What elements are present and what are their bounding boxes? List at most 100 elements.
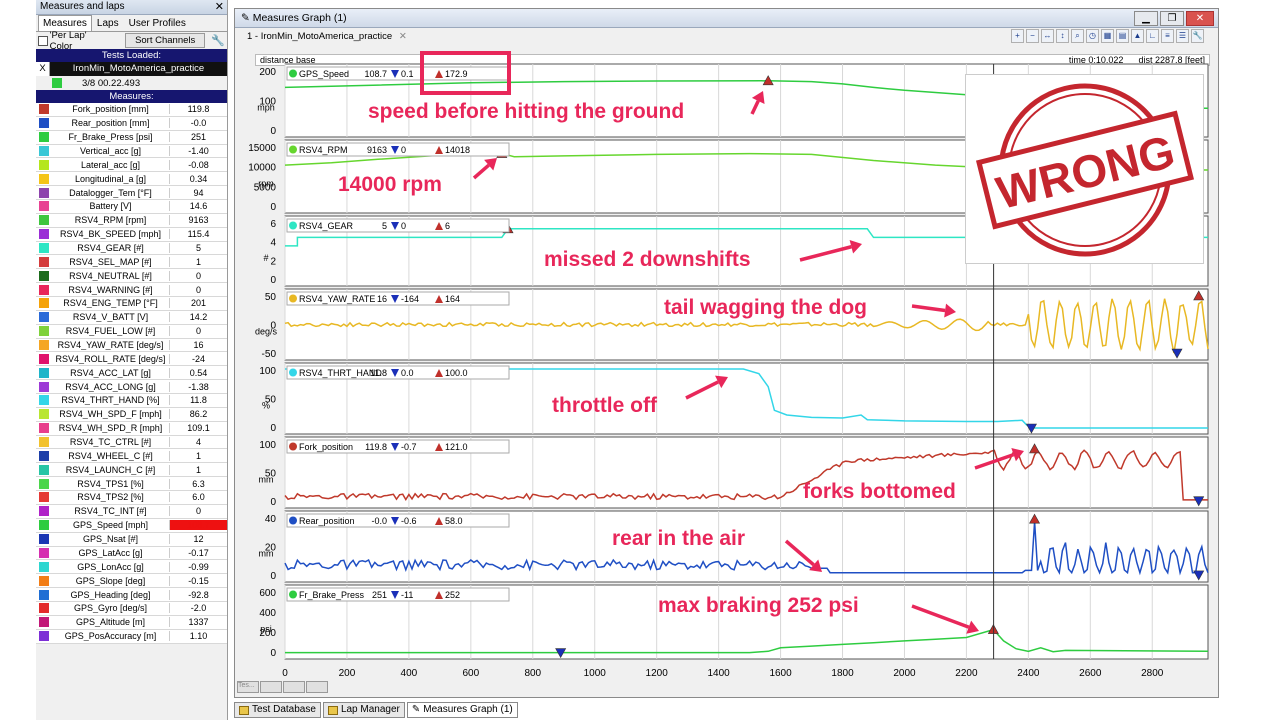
y-tick-label: 0 bbox=[270, 423, 276, 434]
x-tick-label: 2800 bbox=[1141, 668, 1164, 679]
channel-color-dot bbox=[289, 294, 297, 303]
tab-test-database[interactable]: Test Database bbox=[234, 702, 321, 718]
annotation-speed: speed before hitting the ground bbox=[368, 100, 684, 123]
channel-legend-name: RSV4_GEAR bbox=[299, 221, 354, 231]
wrong-stamp-graphic: WRONG bbox=[975, 83, 1195, 257]
y-tick-label: 400 bbox=[259, 608, 276, 619]
x-tick-label: 2400 bbox=[1017, 668, 1040, 679]
annotation-rear: rear in the air bbox=[612, 527, 745, 550]
channel-legend-max: 252 bbox=[445, 590, 460, 600]
x-tick-label: 200 bbox=[339, 668, 356, 679]
channel-legend-value: -0.0 bbox=[371, 516, 387, 526]
channel-legend-min: 0 bbox=[401, 145, 406, 155]
y-tick-label: 50 bbox=[265, 292, 277, 303]
channel-legend-max: 172.9 bbox=[445, 69, 468, 79]
channel-color-dot bbox=[289, 145, 297, 154]
y-unit-label: rpm bbox=[258, 179, 274, 189]
y-tick-label: 0 bbox=[270, 497, 276, 508]
channel-legend-name: Fr_Brake_Press bbox=[299, 590, 365, 600]
y-tick-label: 10000 bbox=[248, 163, 276, 174]
channel-legend-max: 14018 bbox=[445, 145, 470, 155]
y-tick-label: 15000 bbox=[248, 143, 276, 154]
channel-legend-max: 58.0 bbox=[445, 516, 463, 526]
channel-legend-max: 6 bbox=[445, 221, 450, 231]
y-tick-label: 100 bbox=[259, 366, 276, 377]
annotation-rpm: 14000 rpm bbox=[338, 173, 442, 196]
wrong-stamp: WRONG bbox=[965, 74, 1204, 264]
channel-color-dot bbox=[289, 221, 297, 230]
folder-icon bbox=[239, 705, 249, 715]
channel-legend-name: RSV4_YAW_RATE bbox=[299, 294, 375, 304]
x-tick-label: 1200 bbox=[646, 668, 669, 679]
channel-legend-value: 251 bbox=[372, 590, 387, 600]
x-tick-label: 800 bbox=[524, 668, 541, 679]
y-unit-label: psi bbox=[260, 624, 272, 634]
x-tick-label: 0 bbox=[282, 668, 288, 679]
x-tick-label: 2600 bbox=[1079, 668, 1102, 679]
channel-legend-name: GPS_Speed bbox=[299, 69, 349, 79]
annotation-forks: forks bottomed bbox=[803, 480, 956, 503]
y-tick-label: -50 bbox=[262, 349, 277, 360]
channel-legend-value: 108.7 bbox=[364, 69, 387, 79]
channel-legend-min: -0.7 bbox=[401, 442, 417, 452]
x-tick-label: 2000 bbox=[893, 668, 916, 679]
y-tick-label: 0 bbox=[270, 648, 276, 659]
channel-legend-value: 119.8 bbox=[365, 442, 387, 452]
channel-color-dot bbox=[289, 516, 297, 525]
x-tick-label: 1600 bbox=[769, 668, 792, 679]
tab-lap-manager[interactable]: Lap Manager bbox=[322, 702, 405, 718]
folder-icon bbox=[327, 705, 338, 715]
channel-color-dot bbox=[289, 442, 297, 451]
y-unit-label: % bbox=[262, 401, 270, 411]
channel-legend-name: Rear_position bbox=[299, 516, 355, 526]
tab-label: Lap Manager bbox=[340, 704, 400, 715]
channel-legend-min: -164 bbox=[401, 294, 419, 304]
channel-legend-min: -11 bbox=[401, 590, 413, 600]
x-tick-label: 2200 bbox=[955, 668, 978, 679]
y-tick-label: 40 bbox=[265, 514, 277, 525]
x-tick-label: 1400 bbox=[707, 668, 730, 679]
channel-legend-max: 100.0 bbox=[445, 368, 468, 378]
x-tick-label: 1800 bbox=[831, 668, 854, 679]
channel-legend-value: 16 bbox=[377, 294, 387, 304]
y-unit-label: deg/s bbox=[255, 327, 278, 337]
channel-legend-min: 0 bbox=[401, 221, 406, 231]
annotation-braking: max braking 252 psi bbox=[658, 594, 859, 617]
annotation-tail: tail wagging the dog bbox=[664, 296, 867, 319]
channel-legend-min: 0.0 bbox=[401, 368, 414, 378]
tab-label: Test Database bbox=[252, 704, 316, 715]
x-tick-label: 400 bbox=[401, 668, 418, 679]
channel-legend-value: 9163 bbox=[367, 145, 387, 155]
y-tick-label: 100 bbox=[259, 440, 276, 451]
annotation-throttle: throttle off bbox=[552, 394, 658, 417]
y-tick-label: 0 bbox=[270, 126, 276, 137]
y-tick-label: 200 bbox=[259, 67, 276, 78]
y-tick-label: 2 bbox=[270, 256, 276, 267]
y-unit-label: mph bbox=[257, 103, 275, 113]
y-tick-label: 0 bbox=[270, 275, 276, 286]
tab-label: Measures Graph (1) bbox=[423, 704, 513, 715]
channel-legend-max: 121.0 bbox=[445, 442, 468, 452]
y-tick-label: 600 bbox=[259, 588, 276, 599]
x-tick-label: 1000 bbox=[584, 668, 607, 679]
y-unit-label: mm bbox=[259, 475, 274, 485]
channel-legend-min: -0.6 bbox=[401, 516, 417, 526]
channel-color-dot bbox=[289, 69, 297, 78]
y-tick-label: 6 bbox=[270, 219, 276, 230]
channel-legend-value: 11.8 bbox=[370, 368, 387, 378]
x-tick-label: 600 bbox=[462, 668, 479, 679]
y-tick-label: 0 bbox=[270, 202, 276, 213]
channel-legend-name: Fork_position bbox=[299, 442, 353, 452]
tab-measures-graph[interactable]: ✎ Measures Graph (1) bbox=[406, 702, 518, 718]
annotation-downshifts: missed 2 downshifts bbox=[544, 248, 751, 271]
channel-color-dot bbox=[289, 368, 297, 377]
channel-legend-min: 0.1 bbox=[401, 69, 414, 79]
channel-legend-max: 164 bbox=[445, 294, 460, 304]
channel-color-dot bbox=[289, 590, 297, 599]
y-unit-label: mm bbox=[259, 549, 274, 559]
pencil-icon: ✎ bbox=[411, 704, 421, 715]
bottom-tab-bar: Test Database Lap Manager ✎ Measures Grap… bbox=[234, 702, 520, 720]
y-tick-label: 0 bbox=[270, 571, 276, 582]
channel-legend-name: RSV4_RPM bbox=[299, 145, 348, 155]
y-tick-label: 4 bbox=[270, 238, 276, 249]
